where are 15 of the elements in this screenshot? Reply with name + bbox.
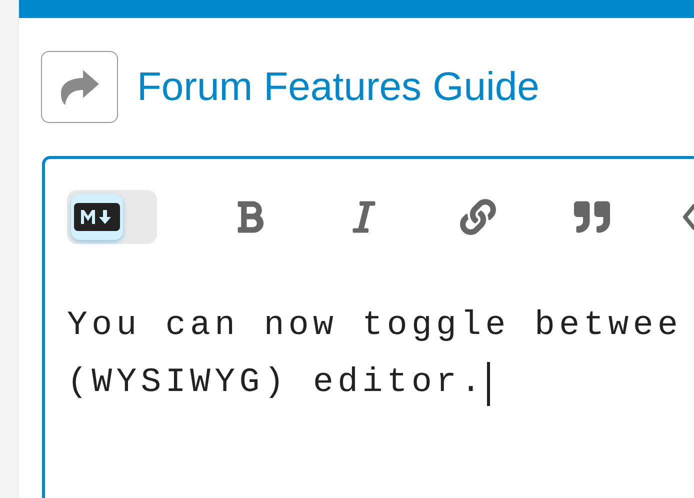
- markdown-toggle[interactable]: [67, 190, 157, 244]
- quote-icon: [574, 199, 610, 235]
- text-cursor: [487, 362, 490, 406]
- link-button[interactable]: [460, 199, 496, 235]
- code-icon: [682, 204, 694, 230]
- reply-button[interactable]: [41, 51, 118, 123]
- link-icon: [460, 199, 496, 235]
- editor-text-line: (WYSIWYG) editor.: [67, 363, 486, 404]
- topic-title-link[interactable]: Forum Features Guide: [137, 64, 540, 110]
- markdown-icon: [74, 203, 120, 231]
- code-button[interactable]: [682, 204, 694, 230]
- share-arrow-icon: [58, 68, 100, 106]
- composer-editor[interactable]: You can now toggle betwee (WYSIWYG) editor.: [42, 156, 694, 498]
- editor-text-line: You can now toggle betwee: [67, 306, 682, 347]
- quote-button[interactable]: [574, 199, 610, 235]
